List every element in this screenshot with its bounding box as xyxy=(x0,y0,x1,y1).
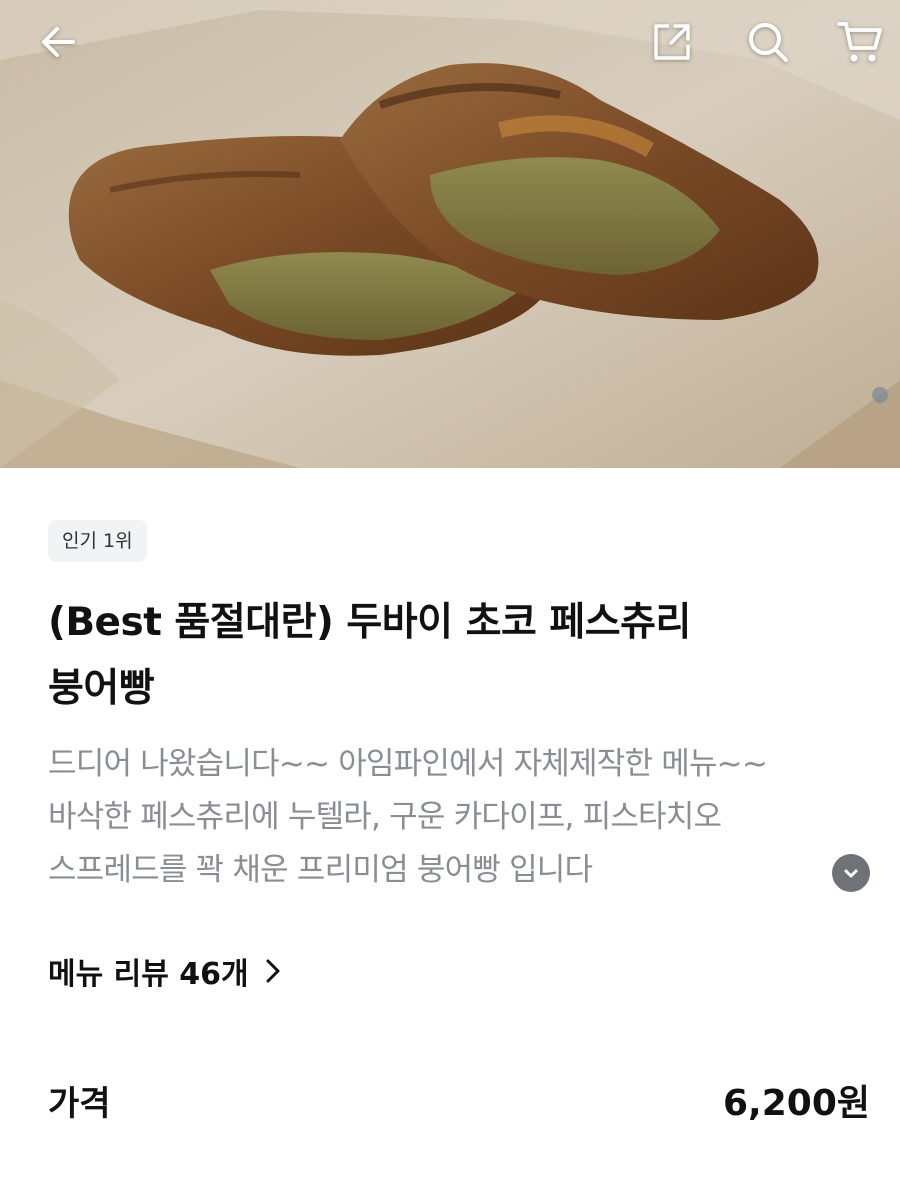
chevron-right-icon xyxy=(265,958,281,984)
search-button[interactable] xyxy=(740,14,796,70)
product-description: 드디어 나왔습니다~~ 아임파인에서 자체제작한 메뉴~~ 바삭한 페스츄리에 … xyxy=(48,738,868,897)
product-title-line: 붕어빵 xyxy=(48,666,155,711)
share-button[interactable] xyxy=(644,14,700,70)
share-icon xyxy=(654,24,690,60)
cart-button[interactable] xyxy=(832,14,888,70)
price-label: 가격 xyxy=(48,1083,111,1124)
cart-icon xyxy=(837,22,882,62)
product-title-line: (Best 품절대란) 두바이 초코 페스츄리 xyxy=(48,600,691,645)
top-navigation-bar xyxy=(0,0,900,84)
menu-reviews-label: 메뉴 리뷰 46개 xyxy=(48,957,249,992)
product-details: 인기 1위 (Best 품절대란) 두바이 초코 페스츄리 붕어빵 드디어 나왔… xyxy=(48,520,870,997)
chevron-down-icon xyxy=(844,869,858,878)
popularity-badge: 인기 1위 xyxy=(48,520,147,562)
price-row: 가격 6,200원 xyxy=(48,1072,870,1128)
back-button[interactable] xyxy=(30,14,86,70)
description-line: 스프레드를 꽉 채운 프리미엄 붕어빵 입니다 xyxy=(48,852,593,888)
product-title: (Best 품절대란) 두바이 초코 페스츄리 붕어빵 xyxy=(48,590,870,722)
search-icon xyxy=(749,23,788,62)
menu-reviews-link[interactable]: 메뉴 리뷰 46개 xyxy=(48,945,870,997)
arrow-left-icon xyxy=(42,27,75,57)
expand-description-button[interactable] xyxy=(832,854,870,892)
product-description-section: 드디어 나왔습니다~~ 아임파인에서 자체제작한 메뉴~~ 바삭한 페스츄리에 … xyxy=(48,738,870,897)
description-line: 드디어 나왔습니다~~ 아임파인에서 자체제작한 메뉴~~ xyxy=(48,746,768,782)
price-value: 6,200원 xyxy=(723,1083,870,1124)
description-line: 바삭한 페스츄리에 누텔라, 구운 카다이프, 피스타치오 xyxy=(48,799,722,835)
